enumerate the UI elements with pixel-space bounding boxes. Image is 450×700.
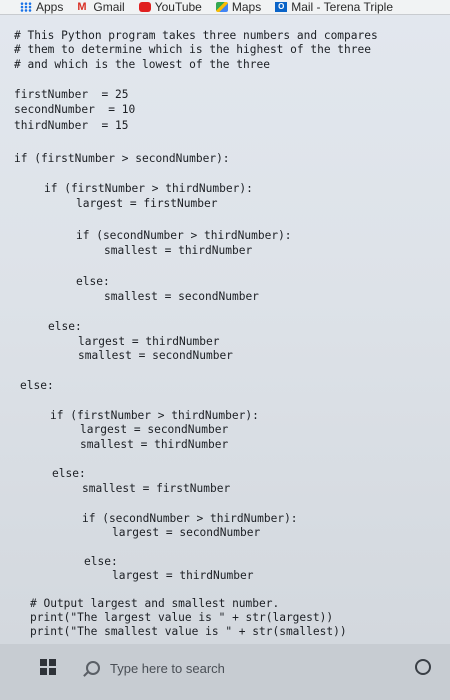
code-line: if (firstNumber > secondNumber): [14,152,230,165]
bookmark-label: Maps [231,0,262,14]
gmail-icon: M [77,1,87,13]
code-line: else: [76,275,110,288]
code-line: else: [20,379,54,392]
code-line: # Output largest and smallest number. [30,597,280,610]
bookmark-mail[interactable]: O Mail - Terena Triple [275,0,393,14]
bookmark-maps[interactable]: Maps [215,0,262,14]
bookmarks-bar: Apps M Gmail YouTube Maps O Mail - Teren… [0,0,450,15]
windows-start-icon[interactable] [40,659,56,675]
cortana-icon[interactable] [415,659,431,675]
bookmark-apps[interactable]: Apps [20,0,63,14]
apps-grid-icon [20,2,32,12]
code-line: smallest = secondNumber [104,290,259,303]
code-line: secondNumber = 10 [14,103,136,116]
code-line: firstNumber = 25 [14,88,129,101]
outlook-icon: O [275,2,288,12]
code-line: # This Python program takes three number… [14,29,378,42]
search-icon [86,661,100,675]
bookmark-label: YouTube [154,0,202,14]
code-line: largest = thirdNumber [112,569,254,582]
code-line: # them to determine which is the highest… [14,43,371,56]
code-line: if (secondNumber > thirdNumber): [82,512,298,525]
bookmark-label: Gmail [93,0,125,14]
code-line: # and which is the lowest of the three [14,58,270,71]
code-line: largest = secondNumber [112,526,261,539]
code-line: else: [52,467,86,480]
code-line: print("The smallest value is " + str(sma… [30,625,347,638]
bookmark-label: Mail - Terena Triple [291,0,394,14]
code-line: largest = firstNumber [76,197,218,210]
code-line: largest = thirdNumber [78,335,220,348]
search-placeholder: Type here to search [110,660,225,676]
code-line: if (firstNumber > thirdNumber): [44,182,253,195]
maps-icon [215,2,228,12]
code-line: largest = secondNumber [80,423,229,436]
code-line: if (secondNumber > thirdNumber): [76,229,292,242]
code-line: smallest = thirdNumber [80,438,229,451]
bookmark-youtube[interactable]: YouTube [138,0,202,14]
code-line: else: [84,555,118,568]
code-block: # This Python program takes three number… [0,15,378,638]
code-line: thirdNumber = 15 [14,119,129,132]
code-line: smallest = thirdNumber [104,244,253,257]
taskbar: Type here to search [0,644,450,700]
code-line: else: [48,320,82,333]
code-line: smallest = secondNumber [78,349,233,362]
code-line: print("The largest value is " + str(larg… [30,611,334,624]
bookmark-gmail[interactable]: M Gmail [77,0,124,14]
taskbar-search-input[interactable]: Type here to search [86,657,386,679]
bookmark-label: Apps [36,0,64,14]
code-line: if (firstNumber > thirdNumber): [50,409,259,422]
youtube-icon [138,2,151,12]
code-line: smallest = firstNumber [82,482,231,495]
code-editor[interactable]: # This Python program takes three number… [0,15,450,644]
